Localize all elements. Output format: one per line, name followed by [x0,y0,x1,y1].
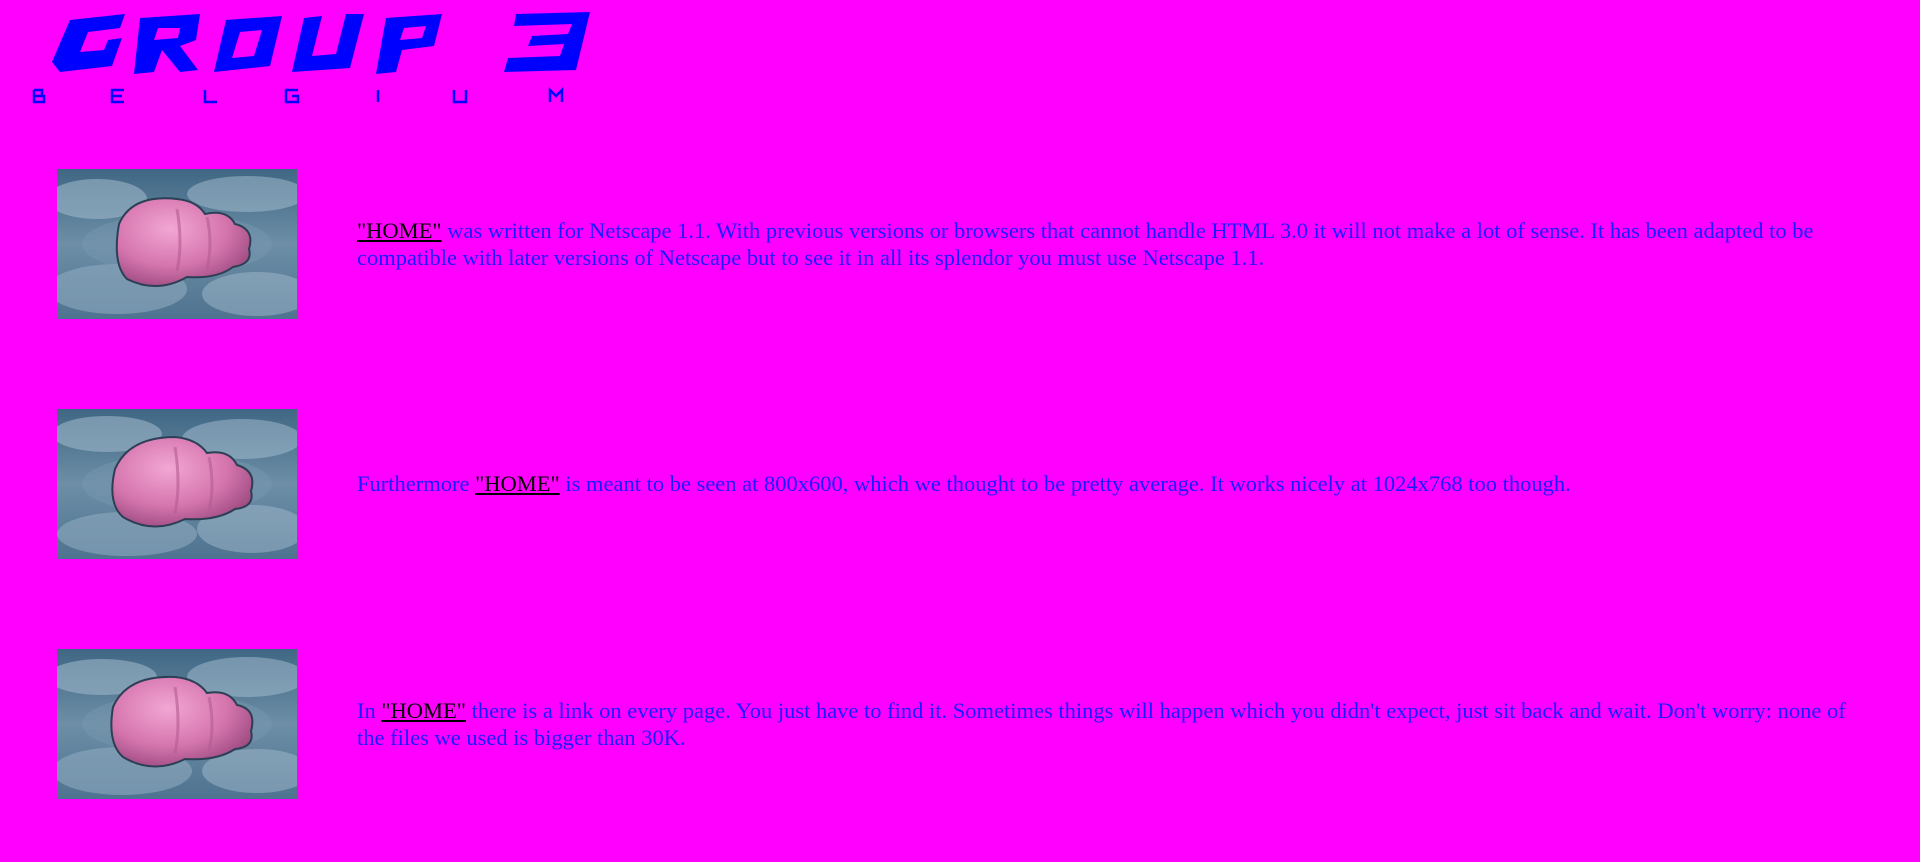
paragraph-text: was written for Netscape 1.1. With previ… [357,218,1814,270]
paragraph-text: is meant to be seen at 800x600, which we… [559,471,1571,496]
info-paragraph-1: "HOME" was written for Netscape 1.1. Wit… [357,217,1867,271]
home-link[interactable]: "HOME" [357,218,442,243]
home-link[interactable]: "HOME" [381,698,466,723]
group3-belgium-logo [32,12,590,104]
cloud-blob-image [57,409,297,559]
cloud-blob-image [57,169,297,319]
logo-wordmark [52,12,590,74]
info-paragraph-2: Furthermore "HOME" is meant to be seen a… [357,470,1867,497]
paragraph-prefix: In [357,698,382,723]
home-link[interactable]: "HOME" [475,471,560,496]
paragraph-prefix: Furthermore [357,471,476,496]
info-paragraph-3: In "HOME" there is a link on every page.… [357,697,1867,751]
cloud-blob-image [57,649,297,799]
logo-country-letters [32,86,564,104]
info-row-2: Furthermore "HOME" is meant to be seen a… [0,409,1920,559]
paragraph-text: there is a link on every page. You just … [357,698,1846,750]
info-row-1: "HOME" was written for Netscape 1.1. Wit… [0,169,1920,319]
info-row-3: In "HOME" there is a link on every page.… [0,649,1920,799]
